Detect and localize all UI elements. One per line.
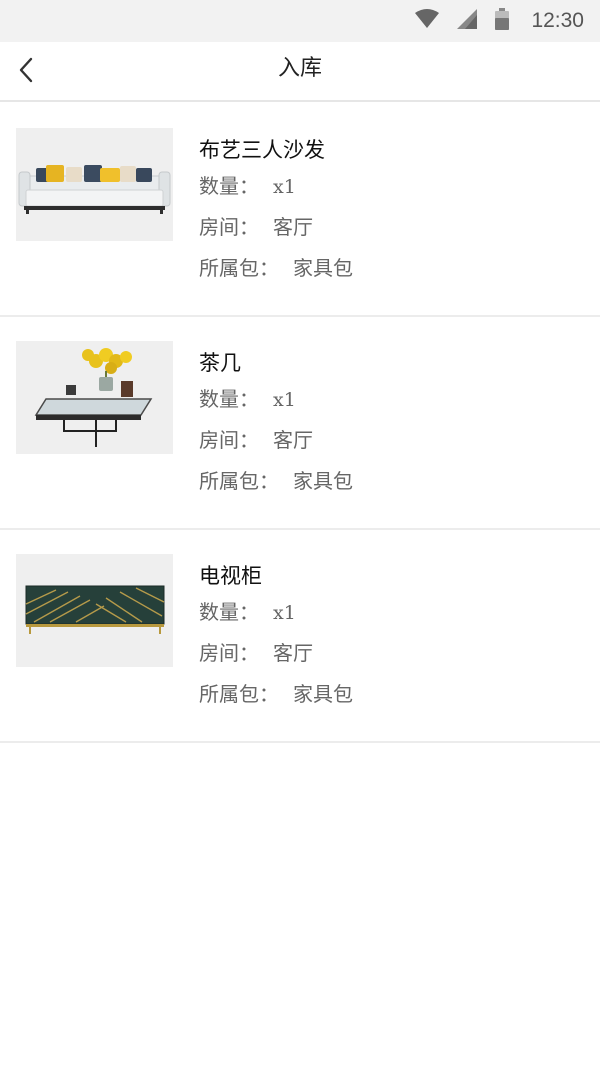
quantity-row: 数量： x1 (199, 379, 353, 420)
item-name: 茶几 (199, 351, 241, 375)
room-value: 客厅 (273, 641, 313, 665)
package-label: 所属包： (199, 682, 279, 706)
tv-cabinet-image (16, 554, 173, 667)
quantity-label: 数量： (199, 387, 259, 411)
package-label: 所属包： (199, 469, 279, 493)
quantity-value: x1 (273, 602, 296, 624)
quantity-value: x1 (273, 389, 296, 411)
wifi-icon (415, 9, 440, 33)
status-icons: 12:30 (415, 8, 584, 34)
package-value: 家具包 (293, 256, 353, 280)
signal-icon (457, 9, 478, 33)
nav-bar: 入库 (0, 42, 600, 102)
package-row: 所属包： 家具包 (199, 461, 353, 502)
coffee-table-image (16, 341, 173, 454)
quantity-row: 数量： x1 (199, 166, 353, 207)
item-info: 茶几 数量： x1 房间： 客厅 所属包： 家具包 (199, 347, 353, 502)
item-info: 布艺三人沙发 数量： x1 房间： 客厅 所属包： 家具包 (199, 134, 353, 289)
sofa-image (16, 128, 173, 241)
status-time: 12:30 (531, 9, 584, 32)
package-row: 所属包： 家具包 (199, 248, 353, 289)
quantity-label: 数量： (199, 174, 259, 198)
room-row: 房间： 客厅 (199, 420, 353, 461)
room-row: 房间： 客厅 (199, 207, 353, 248)
room-value: 客厅 (273, 428, 313, 452)
package-value: 家具包 (293, 469, 353, 493)
quantity-value: x1 (273, 176, 296, 198)
package-value: 家具包 (293, 682, 353, 706)
package-label: 所属包： (199, 256, 279, 280)
status-bar: 12:30 (0, 0, 600, 42)
quantity-row: 数量： x1 (199, 592, 353, 633)
list-item[interactable]: 茶几 数量： x1 房间： 客厅 所属包： 家具包 (0, 317, 600, 530)
room-value: 客厅 (273, 215, 313, 239)
battery-icon (495, 8, 510, 34)
list-item[interactable]: 布艺三人沙发 数量： x1 房间： 客厅 所属包： 家具包 (0, 104, 600, 317)
room-label: 房间： (199, 428, 259, 452)
room-label: 房间： (199, 215, 259, 239)
quantity-label: 数量： (199, 600, 259, 624)
package-row: 所属包： 家具包 (199, 674, 353, 715)
room-row: 房间： 客厅 (199, 633, 353, 674)
item-info: 电视柜 数量： x1 房间： 客厅 所属包： 家具包 (199, 560, 353, 715)
room-label: 房间： (199, 641, 259, 665)
item-name: 电视柜 (199, 564, 262, 588)
item-name: 布艺三人沙发 (199, 138, 325, 162)
page-title: 入库 (277, 56, 322, 81)
inbound-item-list: 布艺三人沙发 数量： x1 房间： 客厅 所属包： 家具包 茶几 数量： x1 … (0, 104, 600, 743)
list-item[interactable]: 电视柜 数量： x1 房间： 客厅 所属包： 家具包 (0, 530, 600, 743)
